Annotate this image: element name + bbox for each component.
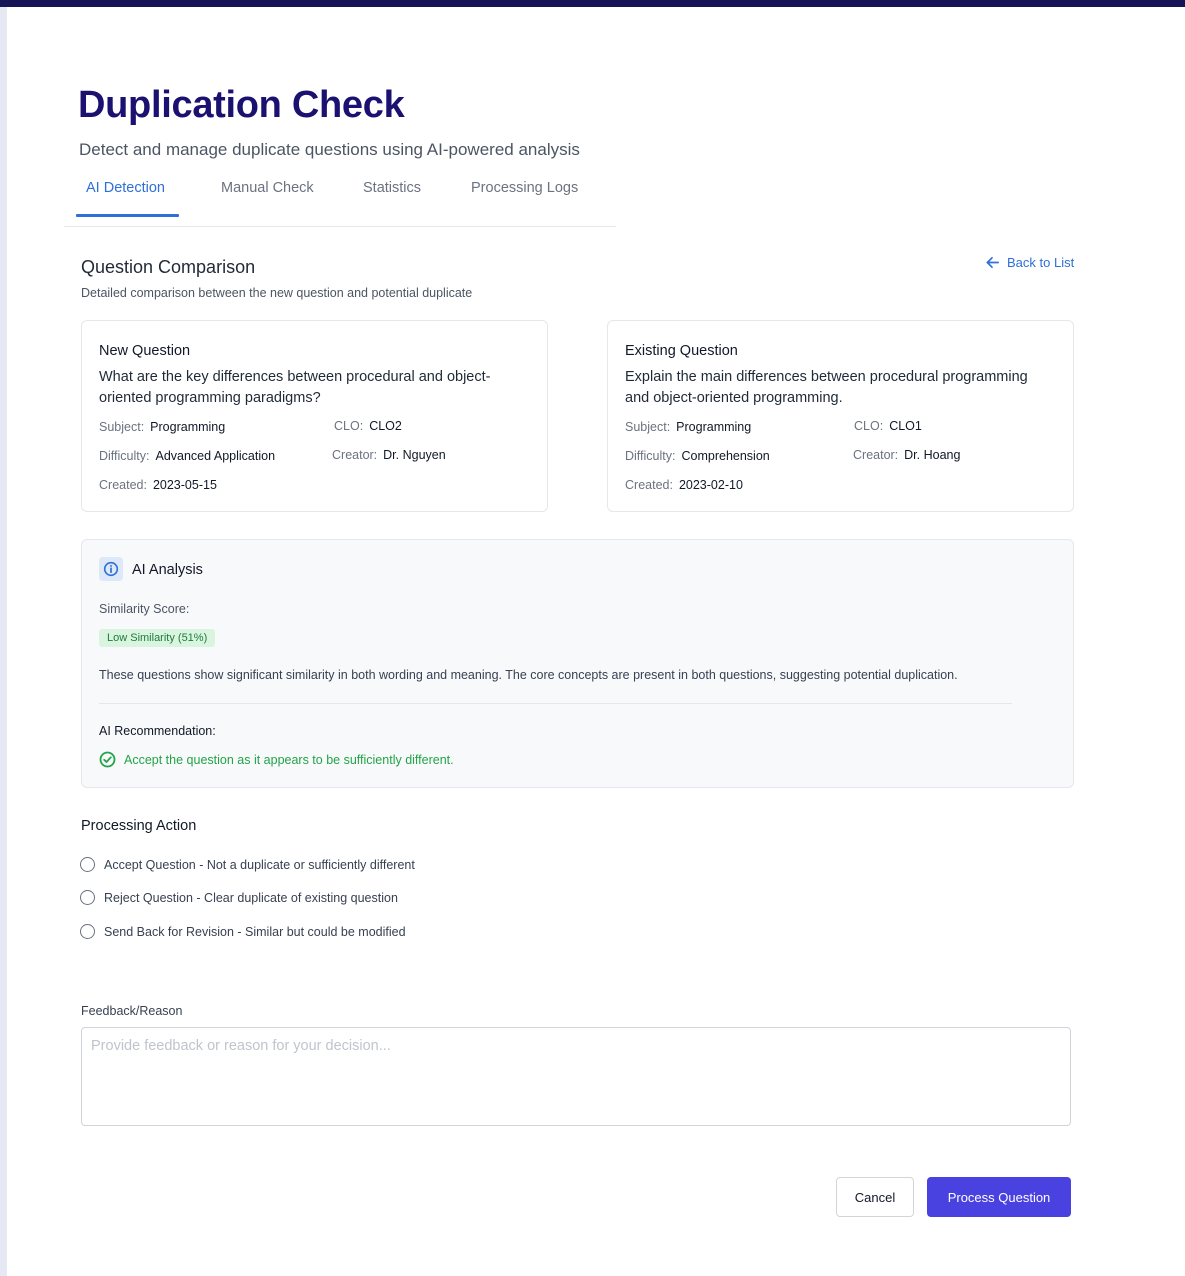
ai-analysis-panel: AI Analysis Similarity Score: Low Simila… (81, 539, 1074, 788)
feedback-label: Feedback/Reason (81, 1004, 183, 1018)
new-question-subject: Subject: Programming (99, 420, 225, 434)
tab-bar: AI Detection Manual Check Statistics Pro… (64, 172, 616, 227)
ai-recommendation-label: AI Recommendation: (99, 724, 216, 738)
new-question-text: What are the key differences between pro… (99, 369, 491, 406)
existing-question-heading: Existing Question (625, 343, 738, 359)
page-title: Duplication Check (78, 84, 405, 126)
ai-recommendation: Accept the question as it appears to be … (99, 751, 454, 768)
ai-analysis-title: AI Analysis (132, 562, 203, 578)
section-title: Question Comparison (81, 257, 256, 277)
back-to-list-link[interactable]: Back to List (985, 255, 1074, 270)
process-question-button[interactable]: Process Question (927, 1177, 1071, 1217)
creator-label: Creator: (853, 448, 899, 462)
left-edge (0, 7, 7, 1276)
new-question-heading: New Question (99, 343, 191, 359)
new-question-creator: Creator: Dr. Nguyen (332, 448, 446, 462)
check-circle-icon (99, 751, 116, 768)
radio-label: Accept Question - Not a duplicate or suf… (104, 857, 415, 872)
divider (99, 703, 1012, 704)
tab-statistics[interactable]: Statistics (363, 180, 421, 196)
radio-button[interactable] (80, 924, 95, 939)
subject-value: Programming (676, 420, 752, 434)
tab-processing-logs[interactable]: Processing Logs (471, 180, 578, 196)
similarity-score-label: Similarity Score: (99, 602, 190, 616)
new-question-created: Created: 2023-05-15 (99, 478, 217, 492)
back-to-list-label: Back to List (1007, 255, 1075, 270)
active-tab-indicator (76, 214, 179, 217)
top-bar (0, 0, 1185, 7)
radio-label: Reject Question - Clear duplicate of exi… (104, 890, 398, 905)
radio-send-back-revision[interactable]: Send Back for Revision - Similar but cou… (80, 924, 406, 939)
analysis-text: These questions show significant similar… (99, 668, 958, 682)
creator-value: Dr. Hoang (904, 448, 961, 462)
created-label: Created: (99, 478, 147, 492)
arrow-left-icon (986, 256, 999, 269)
created-value: 2023-02-10 (678, 478, 743, 492)
difficulty-value: Comprehension (681, 449, 770, 463)
cancel-button[interactable]: Cancel (836, 1177, 914, 1217)
radio-button[interactable] (80, 890, 95, 905)
existing-question-subject: Subject: Programming (625, 420, 751, 434)
clo-value: CLO1 (889, 419, 922, 433)
radio-accept-question[interactable]: Accept Question - Not a duplicate or suf… (80, 857, 415, 872)
page-subtitle: Detect and manage duplicate questions us… (79, 140, 580, 159)
new-question-difficulty: Difficulty: Advanced Application (99, 449, 275, 463)
existing-question-clo: CLO: CLO1 (854, 419, 922, 433)
clo-label: CLO: (334, 419, 364, 433)
processing-action-title: Processing Action (81, 818, 197, 834)
subject-label: Subject: (99, 420, 145, 434)
difficulty-label: Difficulty: (99, 449, 150, 463)
similarity-badge: Low Similarity (51%) (99, 629, 216, 647)
subject-value: Programming (150, 420, 226, 434)
info-icon (99, 557, 123, 581)
creator-value: Dr. Nguyen (383, 448, 446, 462)
created-label: Created: (625, 478, 673, 492)
radio-reject-question[interactable]: Reject Question - Clear duplicate of exi… (80, 890, 398, 905)
ai-recommendation-text: Accept the question as it appears to be … (124, 752, 454, 767)
existing-question-created: Created: 2023-02-10 (625, 478, 743, 492)
tab-ai-detection[interactable]: AI Detection (86, 180, 165, 196)
created-value: 2023-05-15 (152, 478, 217, 492)
existing-question-creator: Creator: Dr. Hoang (853, 448, 960, 462)
tab-manual-check[interactable]: Manual Check (221, 180, 314, 196)
radio-label: Send Back for Revision - Similar but cou… (104, 924, 406, 939)
feedback-textarea[interactable] (81, 1027, 1071, 1126)
existing-question-text: Explain the main differences between pro… (625, 369, 1028, 406)
clo-label: CLO: (854, 419, 884, 433)
section-description: Detailed comparison between the new ques… (81, 286, 473, 300)
difficulty-label: Difficulty: (625, 449, 676, 463)
radio-button[interactable] (80, 857, 95, 872)
new-question-card: New Question What are the key difference… (81, 320, 548, 512)
creator-label: Creator: (332, 448, 378, 462)
existing-question-card: Existing Question Explain the main diffe… (607, 320, 1074, 512)
new-question-clo: CLO: CLO2 (334, 419, 402, 433)
clo-value: CLO2 (369, 419, 402, 433)
existing-question-difficulty: Difficulty: Comprehension (625, 449, 770, 463)
difficulty-value: Advanced Application (155, 449, 276, 463)
subject-label: Subject: (625, 420, 671, 434)
